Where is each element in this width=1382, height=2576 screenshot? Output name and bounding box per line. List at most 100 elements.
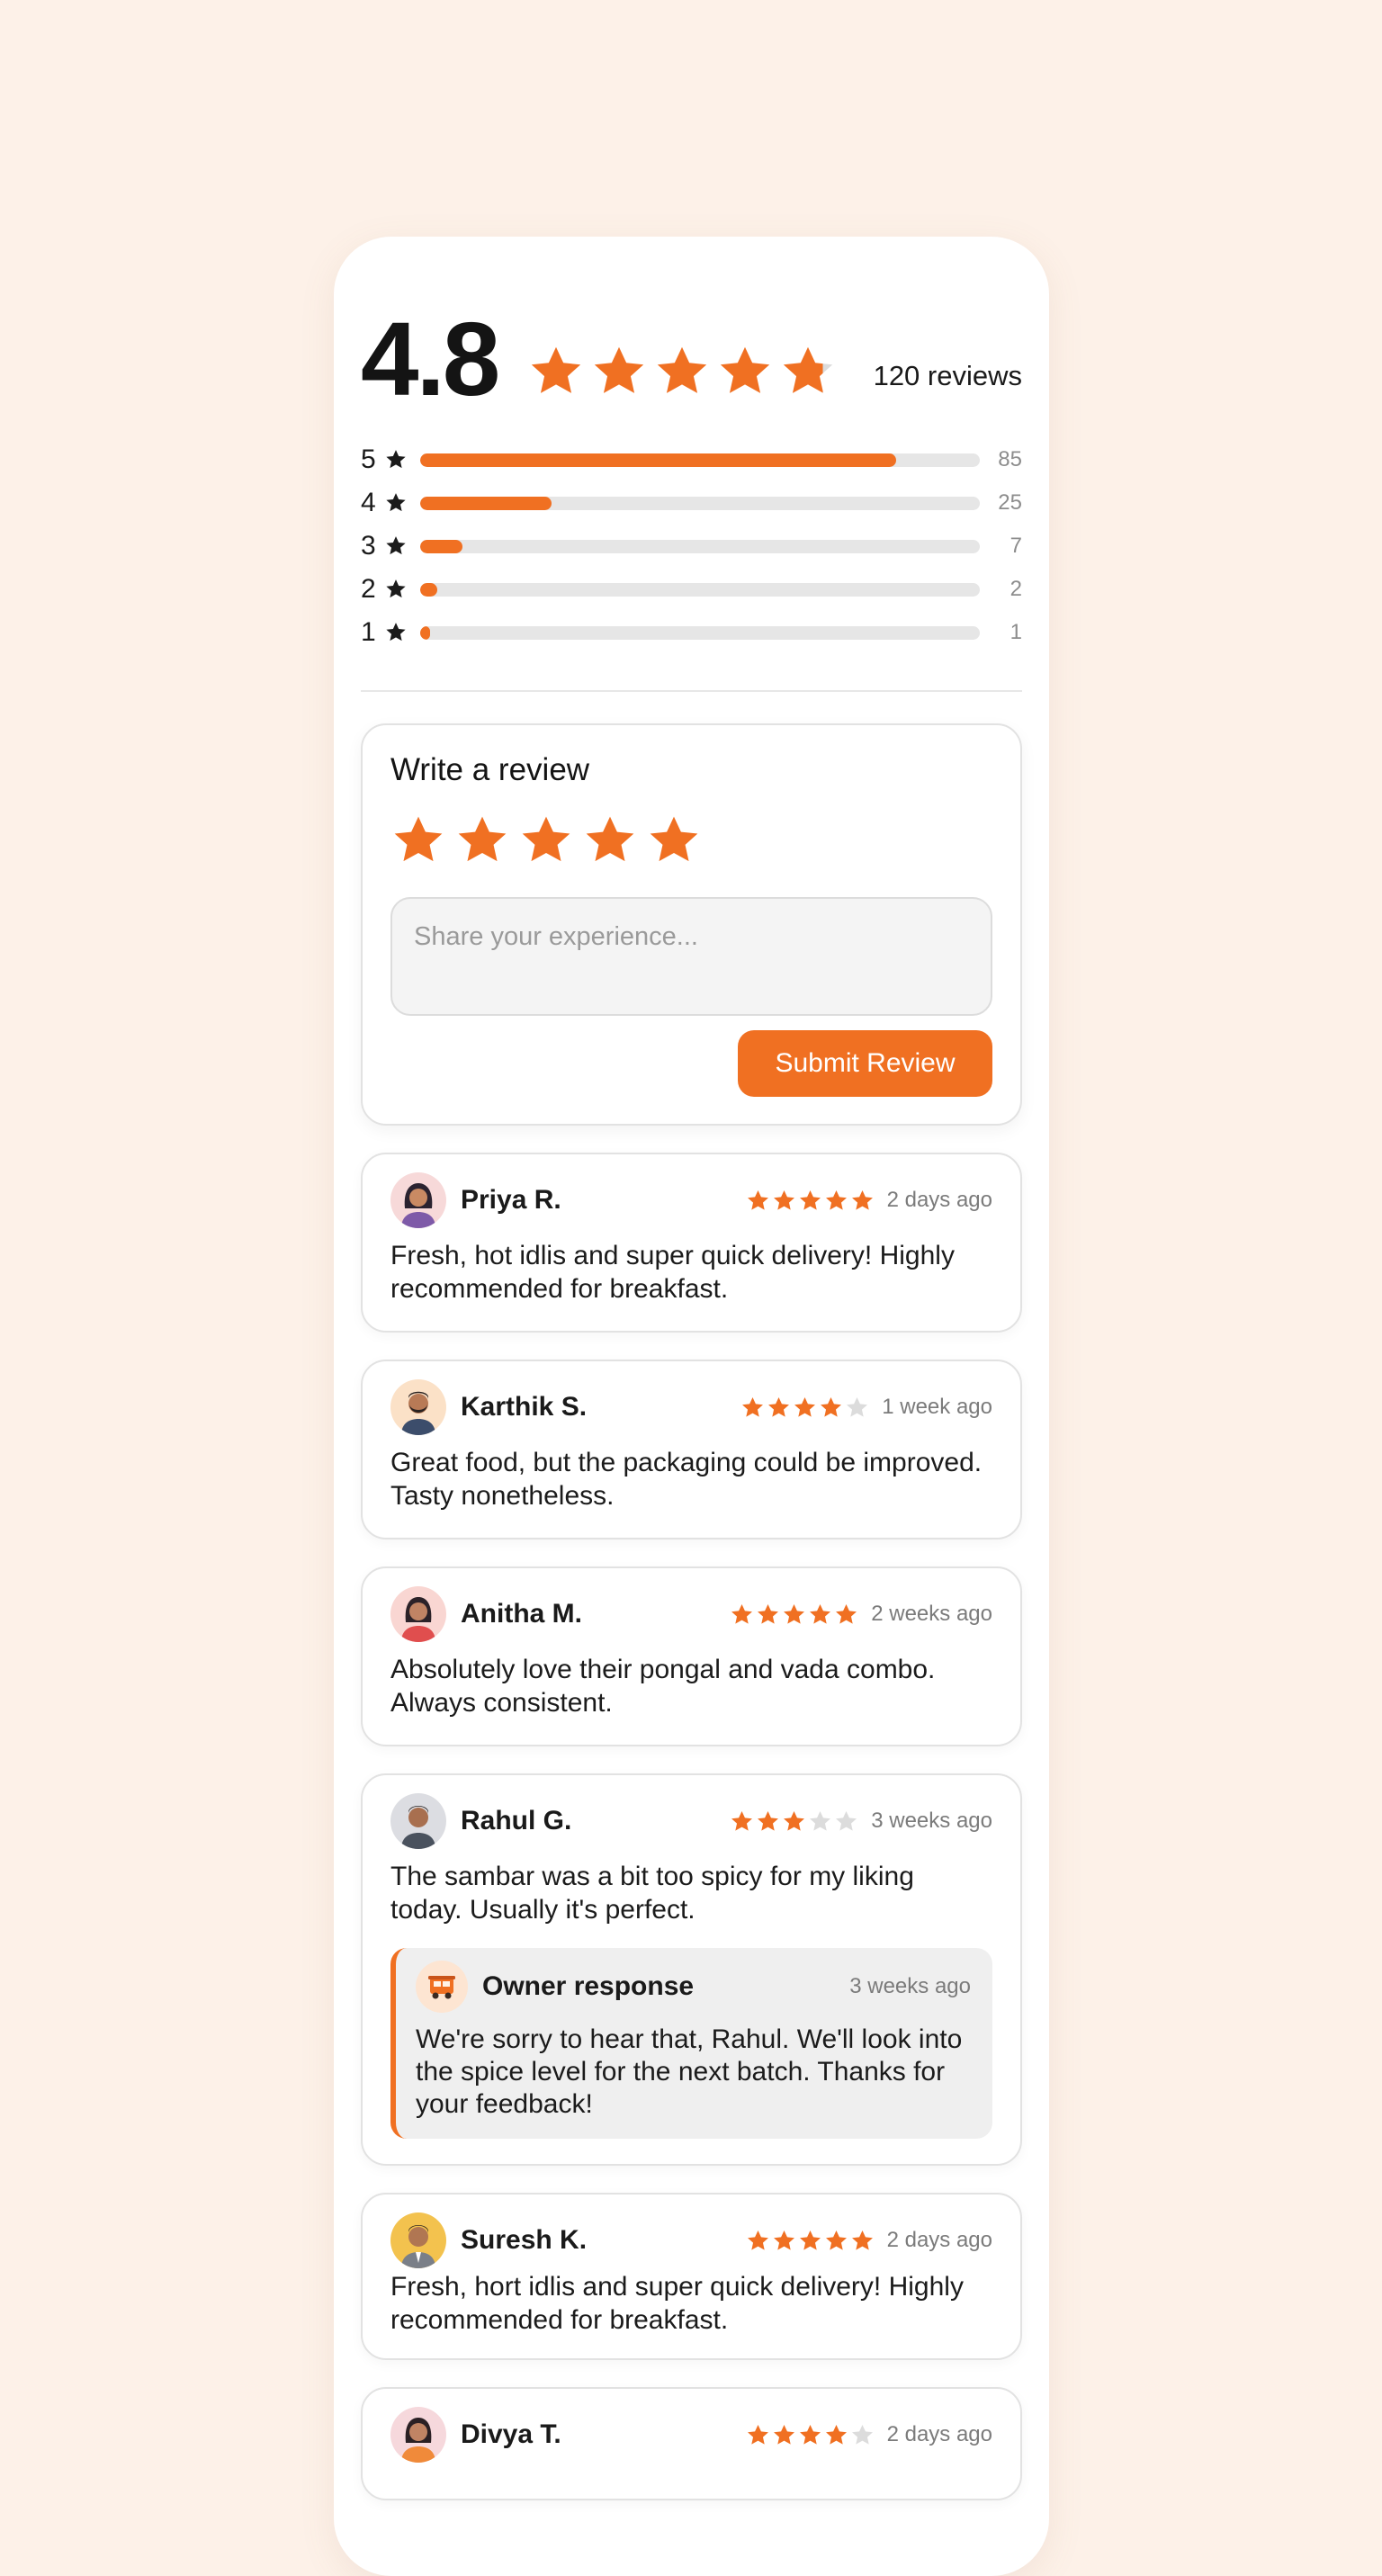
star-icon — [720, 346, 770, 393]
distribution-stars-label: 1 — [361, 617, 376, 647]
review-date: 3 weeks ago — [871, 1809, 992, 1833]
review-text: Great food, but the packaging could be i… — [390, 1448, 983, 1511]
rating-star-icon[interactable] — [582, 812, 638, 868]
food-truck-icon — [416, 1961, 468, 2013]
review-text: Fresh, hot idlis and super quick deliver… — [390, 1241, 955, 1304]
distribution-stars-label: 5 — [361, 444, 376, 474]
write-review-card: Write a review Submit Review — [361, 723, 1022, 1126]
distribution-bar — [420, 582, 980, 597]
distribution-row-4: 4 25 — [361, 481, 1022, 525]
star-icon — [825, 2230, 847, 2250]
star-icon — [784, 1603, 805, 1624]
distribution-bar — [420, 625, 980, 640]
reviews-panel: 4.8 120 reviews 5 85 4 25 3 7 2 2 1 1 Wr… — [334, 237, 1049, 2576]
distribution-bar-fill — [420, 625, 430, 640]
star-icon — [731, 1603, 753, 1624]
star-icon — [810, 1810, 831, 1831]
review-date: 2 days ago — [886, 1188, 992, 1212]
woman-avatar-icon — [390, 1172, 446, 1228]
review-date: 1 week ago — [882, 1395, 992, 1419]
star-icon — [810, 1603, 831, 1624]
star-icon — [836, 1810, 857, 1831]
rating-star-icon[interactable] — [518, 812, 574, 868]
star-icon — [783, 346, 833, 393]
distribution-bar-fill — [420, 539, 462, 553]
distribution-row-1: 1 1 — [361, 611, 1022, 654]
review-card: Anitha M. 2 weeks ago Absolutely love th… — [361, 1566, 1022, 1746]
reviewer-name: Priya R. — [461, 1185, 561, 1215]
owner-response-date: 3 weeks ago — [849, 1974, 971, 1998]
star-icon — [799, 2230, 821, 2250]
review-rating-stars — [730, 1602, 858, 1627]
rating-star-icon[interactable] — [390, 812, 446, 868]
star-icon — [758, 1810, 779, 1831]
star-icon — [821, 1396, 842, 1417]
distribution-bar — [420, 539, 980, 553]
distribution-stars-label: 3 — [361, 531, 376, 561]
distribution-count: 1 — [1010, 620, 1022, 644]
bearded-man-avatar-icon — [390, 1379, 446, 1435]
divider — [361, 690, 1022, 692]
review-rating-stars — [730, 1809, 858, 1834]
rating-star-icon[interactable] — [454, 812, 510, 868]
review-text: Absolutely love their pongal and vada co… — [390, 1655, 936, 1718]
rating-distribution: 5 85 4 25 3 7 2 2 1 1 — [361, 438, 1022, 654]
reviewer-name: Anitha M. — [461, 1599, 582, 1629]
review-date: 2 days ago — [886, 2228, 992, 2252]
owner-response: Owner response 3 weeks ago We're sorry t… — [390, 1948, 992, 2139]
owner-response-text: We're sorry to hear that, Rahul. We'll l… — [416, 2024, 963, 2119]
star-icon — [847, 1396, 868, 1417]
reviewer-name: Divya T. — [461, 2419, 561, 2449]
submit-review-button[interactable]: Submit Review — [738, 1030, 992, 1097]
star-icon — [794, 1396, 816, 1417]
star-icon — [851, 1189, 873, 1210]
star-icon — [531, 346, 581, 393]
star-icon — [773, 1189, 794, 1210]
star-icon — [773, 2424, 794, 2445]
review-text-input[interactable] — [390, 897, 992, 1016]
distribution-row-3: 3 7 — [361, 525, 1022, 568]
star-icon — [747, 2230, 768, 2250]
review-rating-stars — [746, 2229, 875, 2253]
star-icon — [747, 1189, 768, 1210]
reviewer-name: Karthik S. — [461, 1392, 588, 1422]
review-rating-stars — [740, 1396, 869, 1420]
star-icon — [384, 621, 420, 644]
distribution-count: 25 — [998, 490, 1022, 515]
review-text: The sambar was a bit too spicy for my li… — [390, 1862, 914, 1925]
star-icon — [825, 1189, 847, 1210]
star-icon — [747, 2424, 768, 2445]
rating-star-icon[interactable] — [646, 812, 702, 868]
distribution-count: 7 — [1010, 534, 1022, 558]
distribution-stars-label: 2 — [361, 574, 376, 604]
star-icon — [594, 346, 644, 393]
star-icon — [657, 346, 707, 393]
woman-avatar-icon — [390, 2407, 446, 2463]
distribution-bar — [420, 496, 980, 510]
man-avatar-icon — [390, 2212, 446, 2268]
star-icon — [784, 1810, 805, 1831]
woman-avatar-icon — [390, 1586, 446, 1642]
review-rating-stars — [746, 2423, 875, 2447]
star-icon — [825, 2424, 847, 2445]
distribution-row-2: 2 2 — [361, 568, 1022, 611]
distribution-row-5: 5 85 — [361, 438, 1022, 481]
distribution-bar-fill — [420, 582, 437, 597]
review-date: 2 weeks ago — [871, 1602, 992, 1626]
review-card: Rahul G. 3 weeks ago The sambar was a bi… — [361, 1773, 1022, 2166]
reviewer-name: Rahul G. — [461, 1806, 572, 1836]
review-card: Priya R. 2 days ago Fresh, hot idlis and… — [361, 1153, 1022, 1333]
rating-input-stars — [390, 812, 992, 868]
star-icon — [799, 2424, 821, 2445]
write-review-title: Write a review — [390, 752, 590, 787]
review-rating-stars — [746, 1189, 875, 1213]
distribution-stars-label: 4 — [361, 488, 376, 517]
star-icon — [773, 2230, 794, 2250]
distribution-bar-fill — [420, 453, 896, 467]
star-icon — [836, 1603, 857, 1624]
star-icon — [799, 1189, 821, 1210]
star-icon — [384, 448, 420, 471]
star-icon — [384, 534, 420, 558]
review-card: Divya T. 2 days ago — [361, 2387, 1022, 2500]
average-rating: 4.8 — [361, 301, 500, 417]
